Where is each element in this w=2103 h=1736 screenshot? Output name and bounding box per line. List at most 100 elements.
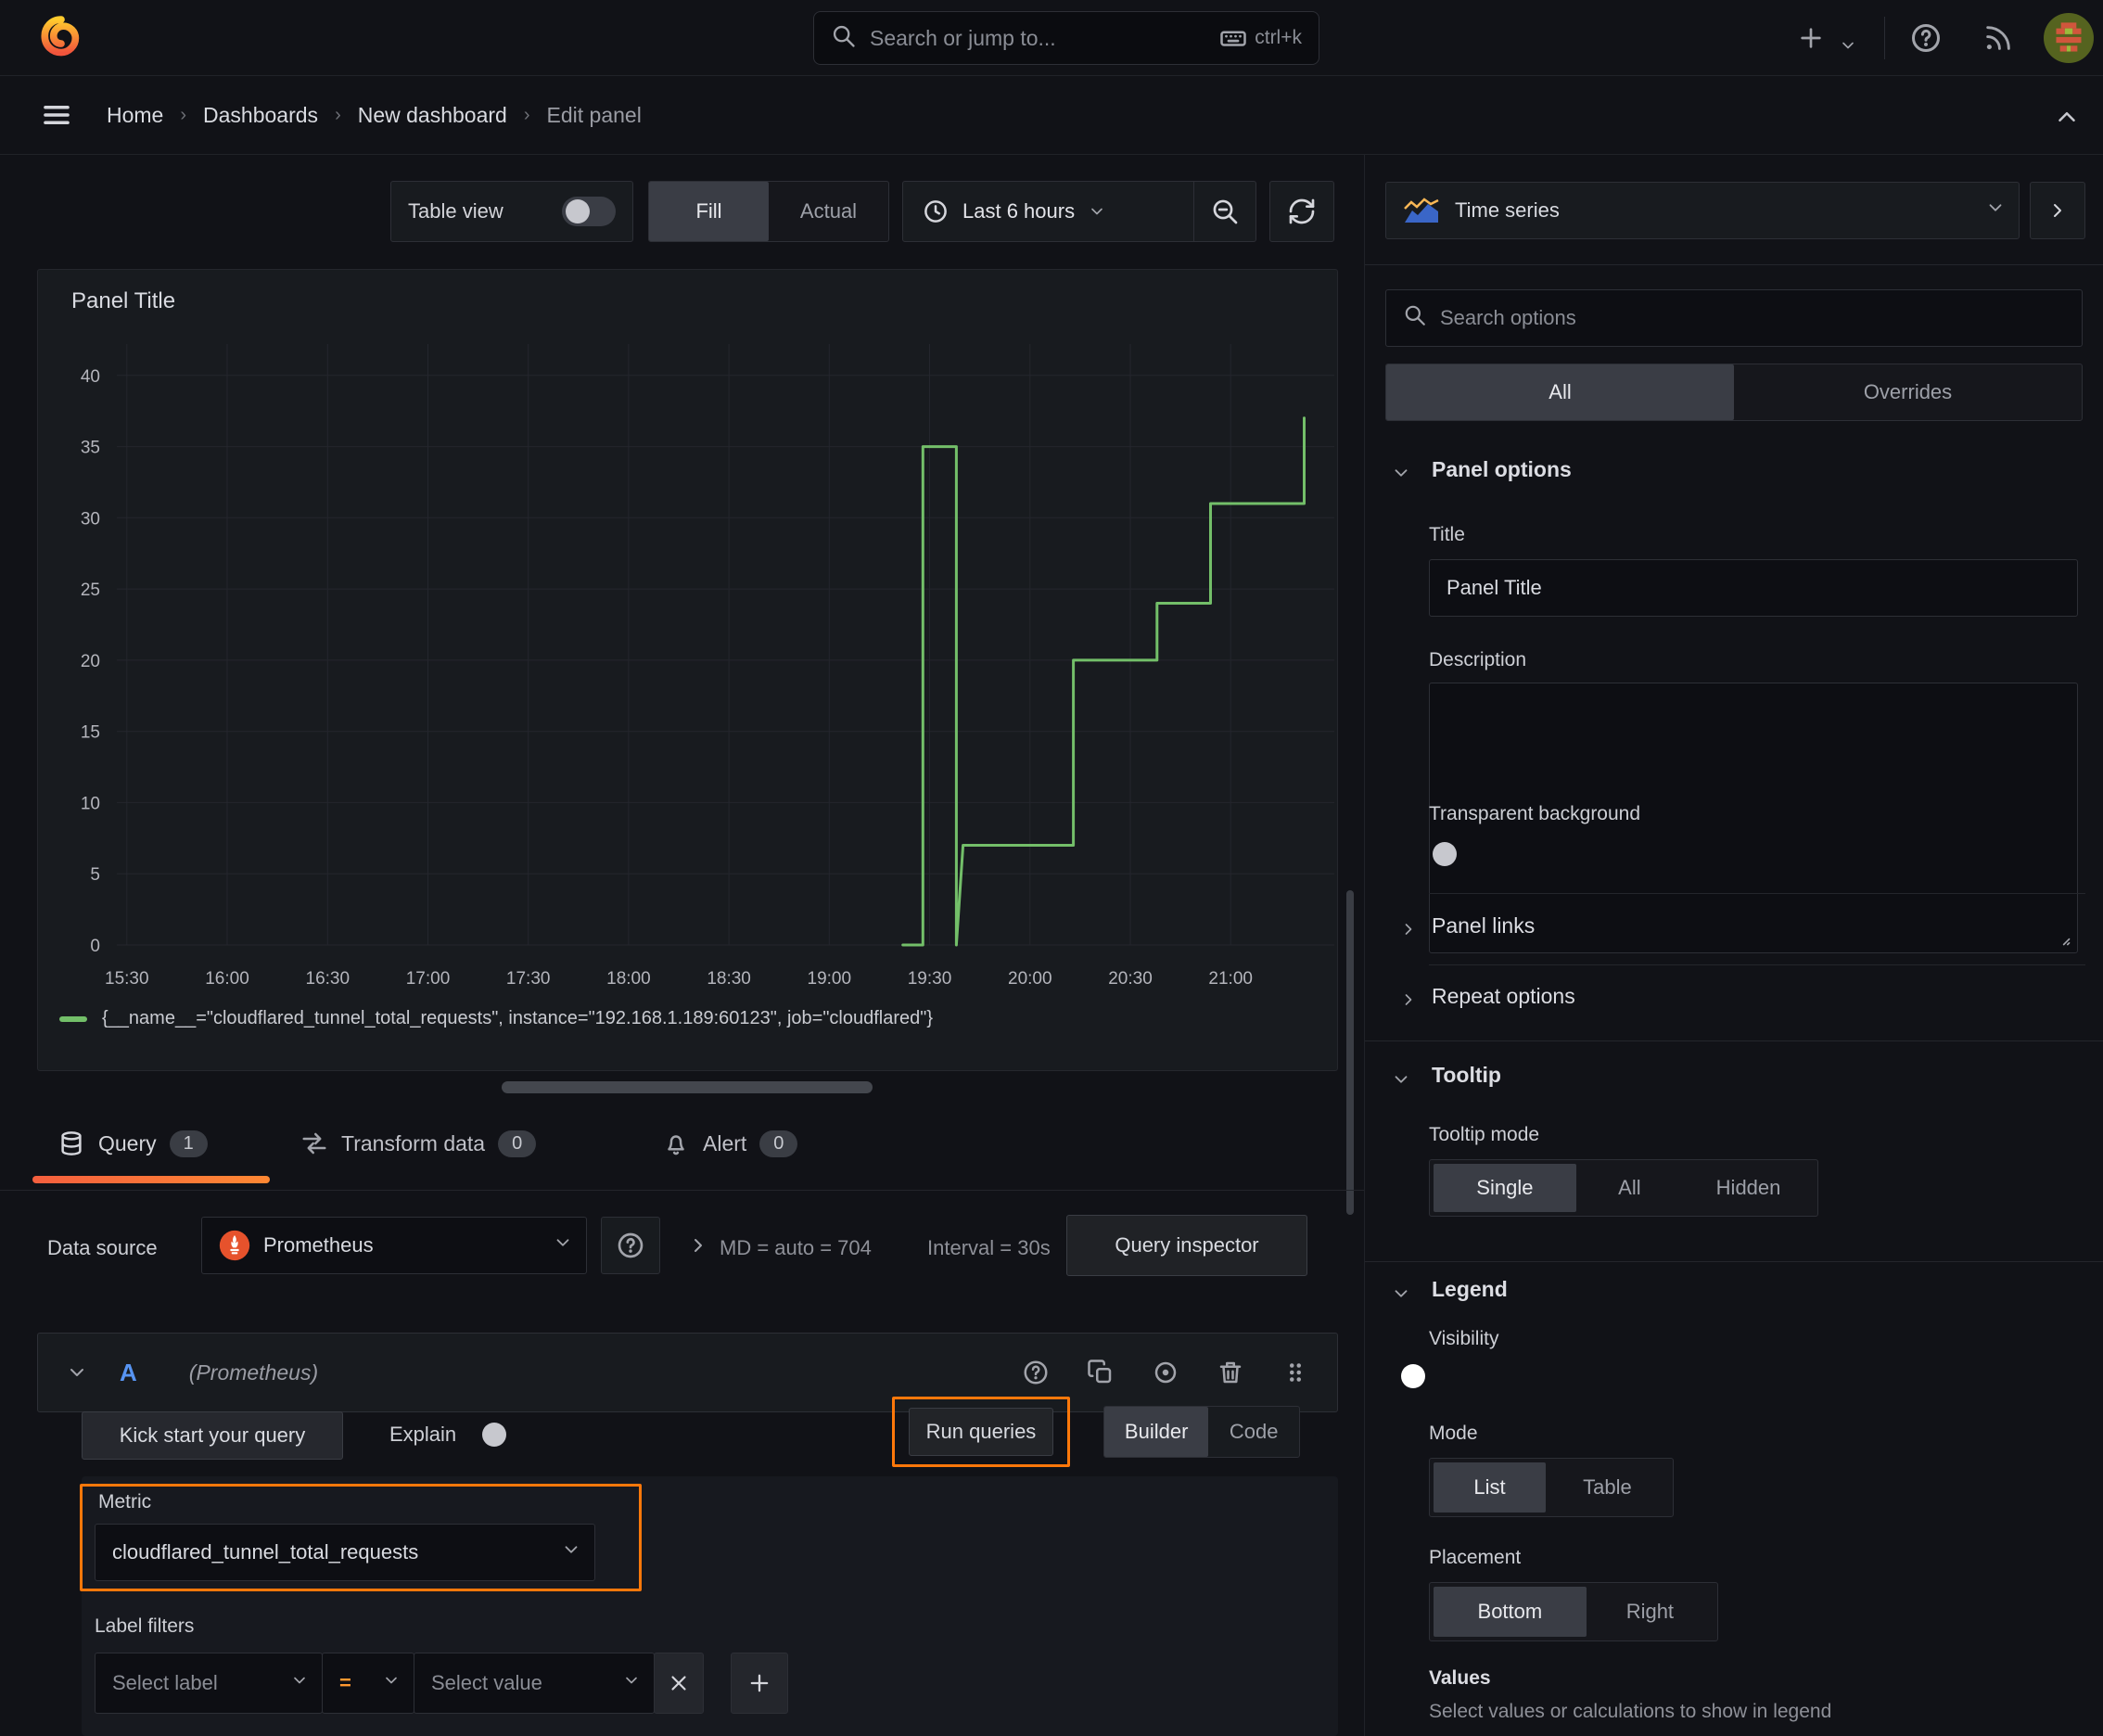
svg-text:20: 20 [81, 652, 100, 671]
tooltip-heading[interactable]: Tooltip [1432, 1063, 1501, 1088]
menu-hamburger-icon[interactable] [39, 97, 74, 133]
fill-option[interactable]: Fill [649, 182, 769, 241]
vertical-scrollbar[interactable] [1346, 890, 1354, 1215]
time-range-button[interactable]: Last 6 hours [903, 198, 1193, 225]
legend-mode-list[interactable]: List [1434, 1462, 1546, 1513]
tab-overrides[interactable]: Overrides [1734, 364, 2082, 420]
chevron-down-icon[interactable] [1830, 28, 1866, 63]
active-tab-underline [32, 1176, 270, 1183]
visualization-picker[interactable]: Time series [1385, 182, 2020, 239]
query-help-icon[interactable] [1022, 1359, 1050, 1386]
search-placeholder: Search or jump to... [870, 25, 1056, 50]
label-filter-operator-select[interactable]: = [322, 1653, 414, 1714]
svg-text:16:30: 16:30 [306, 969, 350, 989]
delete-query-trash-icon[interactable] [1217, 1359, 1244, 1386]
chevron-right-icon[interactable] [1395, 986, 1422, 1014]
collapse-pane-chevron-up-icon[interactable] [2049, 99, 2084, 134]
tooltip-mode-all[interactable]: All [1576, 1164, 1683, 1212]
panel-options-heading[interactable]: Panel options [1432, 457, 1572, 482]
timeseries-chart[interactable]: 0 5 10 15 20 25 30 35 40 15:30 16:00 16:30 17:00 17:3… [38, 270, 1337, 1002]
chart-panel: Panel Title 0 5 10 15 20 25 30 35 40 15:30 16:00 16… [37, 269, 1338, 1071]
section-chevron-down-icon[interactable] [1387, 459, 1415, 487]
chevron-down-icon [1091, 208, 1102, 215]
svg-text:17:00: 17:00 [406, 969, 451, 989]
svg-text:25: 25 [81, 581, 100, 600]
collapse-chevron-down-icon[interactable] [66, 1361, 88, 1384]
svg-text:0: 0 [90, 937, 100, 956]
code-option[interactable]: Code [1208, 1407, 1299, 1457]
query-ref-id[interactable]: A [120, 1359, 137, 1387]
grafana-app: Search or jump to... ctrl+k Home › Dashb… [0, 0, 2103, 1736]
search-icon [1403, 303, 1427, 333]
expand-options-chevron-right-icon[interactable] [684, 1232, 712, 1259]
add-filter-button[interactable] [731, 1653, 788, 1714]
builder-option[interactable]: Builder [1104, 1407, 1209, 1457]
avatar[interactable] [2044, 13, 2094, 68]
remove-filter-button[interactable] [654, 1653, 704, 1714]
search-icon [831, 23, 857, 54]
tab-alert-count: 0 [759, 1130, 798, 1157]
legend-placement-right[interactable]: Right [1587, 1587, 1714, 1637]
legend-mode-table[interactable]: Table [1546, 1462, 1669, 1513]
breadcrumb: Home › Dashboards › New dashboard › Edit… [107, 76, 642, 154]
legend-values-label: Values [1429, 1667, 1491, 1689]
chevron-right-icon [2054, 204, 2061, 217]
legend-series-label[interactable]: {__name__="cloudflared_tunnel_total_requ… [102, 1008, 933, 1029]
tab-transform-count: 0 [498, 1130, 537, 1157]
panel-links-section[interactable]: Panel links [1432, 913, 1535, 938]
collapse-sidebar-button[interactable] [2030, 182, 2085, 239]
kickstart-query-button[interactable]: Kick start your query [82, 1411, 343, 1460]
breadcrumb-home[interactable]: Home [107, 103, 163, 128]
tab-query[interactable]: Query 1 [57, 1130, 208, 1157]
tab-alert[interactable]: Alert 0 [662, 1130, 798, 1157]
label-filter-value-select[interactable]: Select value [414, 1653, 655, 1714]
zoom-out-button[interactable] [1194, 197, 1255, 226]
chevron-down-icon [553, 1232, 573, 1258]
query-datasource-hint: (Prometheus) [188, 1359, 319, 1385]
label-filter-label-select[interactable]: Select label [95, 1653, 323, 1714]
svg-text:30: 30 [81, 509, 100, 529]
builder-code-switch: Builder Code [1103, 1406, 1300, 1458]
grafana-logo[interactable] [37, 11, 85, 68]
chevron-right-icon[interactable] [1395, 915, 1422, 943]
legend-placement-bottom[interactable]: Bottom [1434, 1587, 1587, 1637]
explain-label: Explain [389, 1423, 457, 1446]
search-options-placeholder: Search options [1440, 306, 1576, 329]
timeseries-viz-icon [1404, 198, 1439, 223]
tooltip-mode-single[interactable]: Single [1434, 1164, 1576, 1212]
close-x-icon [671, 1676, 686, 1691]
topbar-divider [1884, 17, 1885, 59]
legend-heading[interactable]: Legend [1432, 1277, 1508, 1302]
help-icon[interactable] [1908, 20, 1944, 56]
drag-handle-grip-icon[interactable] [1281, 1359, 1309, 1386]
label-filters-label: Label filters [95, 1615, 195, 1637]
tooltip-mode-hidden[interactable]: Hidden [1683, 1164, 1814, 1212]
run-queries-button[interactable]: Run queries [909, 1408, 1053, 1456]
datasource-help-button[interactable] [601, 1217, 660, 1274]
pane-resize-handle[interactable] [502, 1081, 873, 1093]
breadcrumb-new-dashboard[interactable]: New dashboard [358, 103, 507, 128]
panel-title-input[interactable] [1429, 559, 2078, 617]
repeat-options-section[interactable]: Repeat options [1432, 984, 1575, 1009]
resize-corner-icon[interactable] [2053, 928, 2071, 947]
actual-option[interactable]: Actual [769, 182, 888, 241]
metric-select[interactable]: cloudflared_tunnel_total_requests [95, 1524, 595, 1581]
query-row-header[interactable]: A (Prometheus) [37, 1333, 1338, 1412]
search-options-input[interactable]: Search options [1385, 289, 2083, 347]
datasource-picker[interactable]: Prometheus [201, 1217, 587, 1274]
section-chevron-down-icon[interactable] [1387, 1280, 1415, 1308]
news-rss-icon[interactable] [1981, 20, 2016, 56]
toggle-visibility-icon[interactable] [1152, 1359, 1179, 1386]
add-icon[interactable] [1793, 20, 1829, 56]
breadcrumb-dashboards[interactable]: Dashboards [203, 103, 318, 128]
section-chevron-down-icon[interactable] [1387, 1066, 1415, 1093]
duplicate-query-icon[interactable] [1087, 1359, 1115, 1386]
options-sidebar: Time series Search options All Overrides… [1364, 155, 2103, 1736]
table-view-toggle[interactable] [562, 197, 616, 226]
refresh-button[interactable] [1269, 181, 1334, 242]
tab-all[interactable]: All [1386, 364, 1734, 420]
tab-transform-data[interactable]: Transform data 0 [300, 1130, 537, 1157]
global-search-input[interactable]: Search or jump to... ctrl+k [813, 11, 1319, 65]
query-inspector-button[interactable]: Query inspector [1066, 1215, 1307, 1276]
legend-series-swatch[interactable] [59, 1015, 87, 1022]
